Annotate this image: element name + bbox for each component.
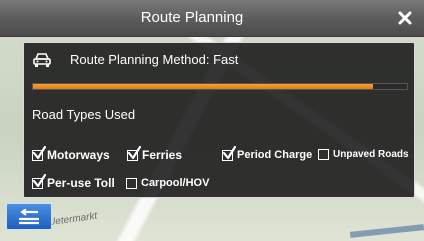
option-label: Period Charge [237,149,313,161]
road-types-title: Road Types Used [32,107,136,122]
checkmark-icon [222,145,236,159]
option-unpaved-roads[interactable]: Unpaved Roads [318,149,409,160]
checkbox-per-use-toll[interactable] [32,173,46,189]
route-method-label: Route Planning Method: Fast [70,52,239,67]
route-method-slider-fill [33,84,374,89]
checkmark-icon [32,173,46,187]
checkmark-icon [127,145,141,159]
checkbox-unpaved-roads[interactable] [318,149,329,160]
route-method-row[interactable]: Route Planning Method: Fast [24,49,414,73]
title-bar: Route Planning [0,0,424,37]
route-planning-panel: Route Planning Method: Fast Road Types U… [23,42,415,198]
option-ferries[interactable]: Ferries [127,145,183,162]
window-title: Route Planning [140,9,244,26]
checkbox-motorways[interactable] [32,145,46,161]
back-button[interactable] [6,203,52,230]
checkmark-icon [32,145,46,159]
option-period-charge[interactable]: Period Charge [222,145,313,161]
option-carpool-hov[interactable]: Carpool/HOV [126,177,209,189]
option-label: Ferries [142,148,183,162]
checkbox-ferries[interactable] [127,145,141,161]
option-label: Unpaved Roads [333,149,409,160]
route-method-slider[interactable] [32,83,408,90]
option-per-use-toll[interactable]: Per-use Toll [32,173,115,190]
back-arrow-icon [19,208,39,224]
car-icon [33,53,51,67]
option-label: Carpool/HOV [141,177,210,189]
option-motorways[interactable]: Motorways [32,145,110,162]
checkbox-carpool-hov[interactable] [126,177,137,189]
close-button[interactable] [386,0,424,36]
option-label: Motorways [47,148,110,162]
checkbox-period-charge[interactable] [222,145,236,161]
close-icon [398,11,412,25]
option-label: Per-use Toll [47,176,115,190]
